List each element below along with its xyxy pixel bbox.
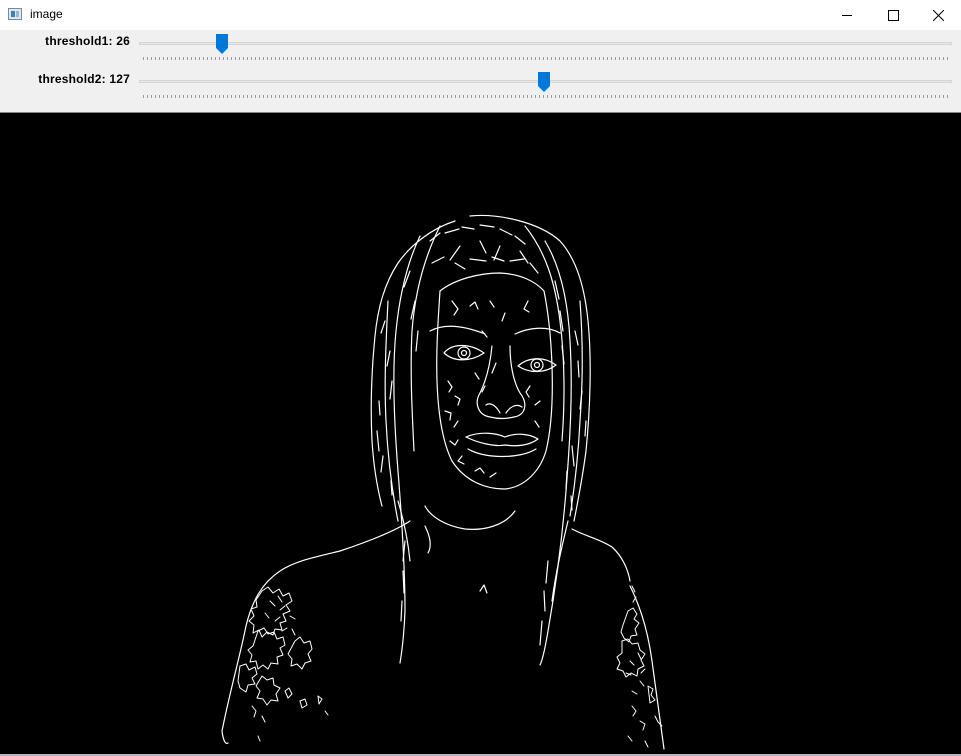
trackbar-threshold2: threshold2: 127 — [0, 68, 961, 106]
minimize-icon — [842, 15, 852, 16]
trackbar-ticks-threshold1 — [143, 57, 948, 60]
minimize-button[interactable] — [824, 0, 870, 30]
window-title: image — [30, 7, 63, 21]
trackbar-ticks-threshold2 — [143, 95, 948, 98]
title-bar[interactable]: image — [0, 0, 961, 30]
trackbar-track-threshold1[interactable] — [139, 42, 952, 45]
face-edges — [429, 272, 561, 490]
shirt-pattern-edges — [237, 585, 663, 748]
close-icon — [933, 10, 944, 21]
maximize-button[interactable] — [870, 0, 916, 30]
app-icon — [8, 8, 22, 20]
trackbar-thumb-threshold1[interactable] — [215, 34, 228, 54]
close-button[interactable] — [915, 0, 961, 30]
trackbar-thumb-threshold2[interactable] — [537, 72, 550, 92]
maximize-icon — [888, 10, 899, 21]
trackbar-label-threshold1: threshold1: 26 — [45, 34, 130, 48]
edge-image — [221, 214, 665, 750]
hair-edges — [370, 214, 591, 666]
trackbar-label-threshold2: threshold2: 127 — [38, 72, 130, 86]
image-canvas[interactable] — [0, 112, 961, 755]
trackbar-threshold1: threshold1: 26 — [0, 30, 961, 68]
body-edges — [221, 505, 665, 750]
